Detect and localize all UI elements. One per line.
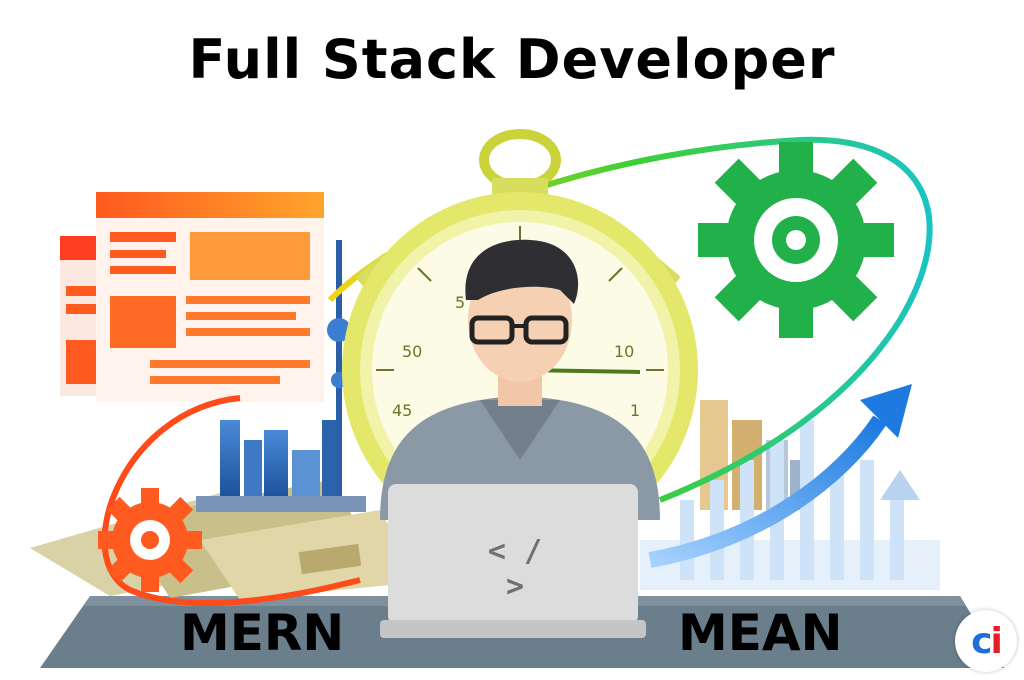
- webpage-icon: [60, 192, 324, 402]
- logo-letter-c: c: [971, 620, 992, 662]
- logo-letter-i: i: [990, 620, 1003, 662]
- mern-label: MERN: [180, 604, 345, 662]
- code-symbol: < / >: [487, 534, 543, 604]
- gear-icon-green: [698, 142, 894, 338]
- gear-icon-orange: [98, 488, 202, 592]
- mean-label: MEAN: [678, 604, 843, 662]
- brand-logo: ci: [955, 610, 1017, 672]
- page-title: Full Stack Developer: [188, 28, 836, 91]
